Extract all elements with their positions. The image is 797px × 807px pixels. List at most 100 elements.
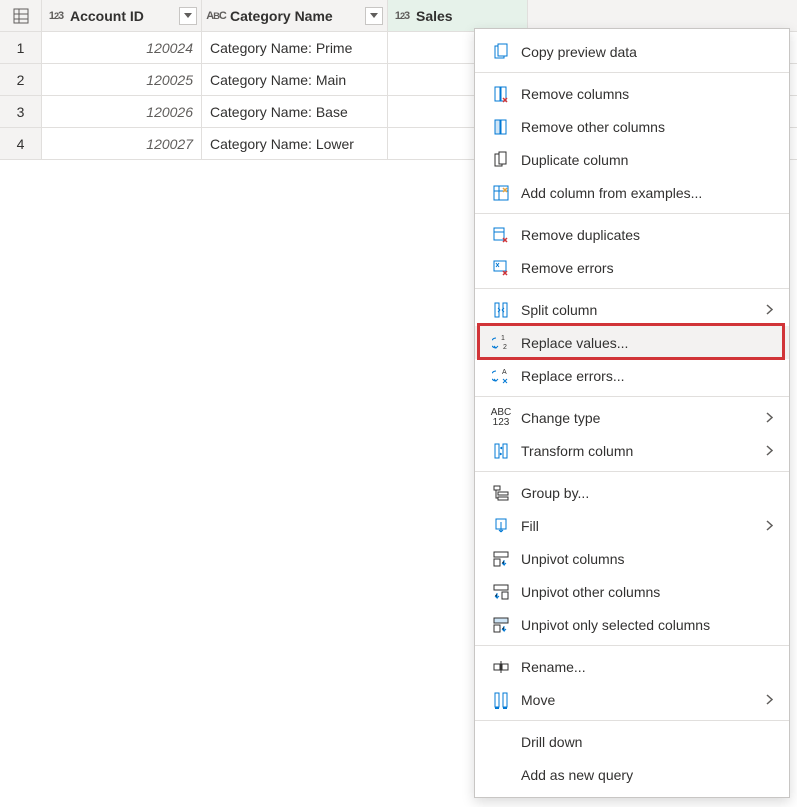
menu-label: Add as new query (515, 767, 777, 783)
table-icon (13, 8, 29, 24)
menu-remove-errors[interactable]: Remove errors (475, 251, 789, 284)
menu-label: Remove other columns (515, 119, 777, 135)
rename-icon (487, 658, 515, 676)
copy-icon (487, 43, 515, 61)
menu-label: Replace values... (515, 335, 777, 351)
cell-account[interactable]: 120027 (42, 128, 202, 159)
column-header-account[interactable]: 123 Account ID (42, 0, 202, 31)
menu-label: Duplicate column (515, 152, 777, 168)
filter-dropdown-button[interactable] (179, 7, 197, 25)
chevron-right-icon (761, 412, 777, 423)
menu-label: Remove columns (515, 86, 777, 102)
menu-separator (475, 471, 789, 472)
column-header-category[interactable]: ABC Category Name (202, 0, 388, 31)
cell-category[interactable]: Category Name: Base (202, 96, 388, 127)
menu-label: Fill (515, 518, 761, 534)
menu-replace-values[interactable]: 12 Replace values... (475, 326, 789, 359)
menu-unpivot-columns[interactable]: Unpivot columns (475, 542, 789, 575)
column-context-menu: Copy preview data Remove columns Remove … (474, 28, 790, 798)
menu-duplicate-column[interactable]: Duplicate column (475, 143, 789, 176)
menu-label: Unpivot only selected columns (515, 617, 777, 633)
chevron-right-icon (761, 304, 777, 315)
menu-remove-duplicates[interactable]: Remove duplicates (475, 218, 789, 251)
menu-label: Remove duplicates (515, 227, 777, 243)
remove-errors-icon (487, 259, 515, 277)
menu-label: Transform column (515, 443, 761, 459)
remove-duplicates-icon (487, 226, 515, 244)
number-type-icon: 123 (392, 10, 412, 22)
column-label: Category Name (226, 8, 361, 24)
menu-split-column[interactable]: Split column (475, 293, 789, 326)
row-number[interactable]: 4 (0, 128, 42, 159)
menu-label: Remove errors (515, 260, 777, 276)
menu-separator (475, 396, 789, 397)
menu-change-type[interactable]: ABC 123 Change type (475, 401, 789, 434)
add-column-examples-icon (487, 184, 515, 202)
unpivot-other-icon (487, 583, 515, 601)
menu-separator (475, 720, 789, 721)
column-header-sales[interactable]: 123 Sales (388, 0, 528, 31)
menu-drill-down[interactable]: Drill down (475, 725, 789, 758)
row-number[interactable]: 1 (0, 32, 42, 63)
menu-label: Group by... (515, 485, 777, 501)
replace-values-icon: 12 (487, 334, 515, 352)
svg-text:2: 2 (503, 344, 507, 351)
replace-errors-icon: A (487, 367, 515, 385)
split-column-icon (487, 301, 515, 319)
menu-unpivot-selected-columns[interactable]: Unpivot only selected columns (475, 608, 789, 641)
text-type-icon: ABC (206, 10, 226, 22)
menu-copy-preview[interactable]: Copy preview data (475, 35, 789, 68)
column-label: Account ID (66, 8, 175, 24)
group-by-icon (487, 484, 515, 502)
menu-add-column-examples[interactable]: Add column from examples... (475, 176, 789, 209)
fill-icon (487, 517, 515, 535)
row-number[interactable]: 2 (0, 64, 42, 95)
menu-separator (475, 72, 789, 73)
menu-label: Split column (515, 302, 761, 318)
menu-transform-column[interactable]: Transform column (475, 434, 789, 467)
cell-account[interactable]: 120025 (42, 64, 202, 95)
chevron-right-icon (761, 445, 777, 456)
chevron-right-icon (761, 694, 777, 705)
cell-account[interactable]: 120026 (42, 96, 202, 127)
cell-category[interactable]: Category Name: Prime (202, 32, 388, 63)
move-icon (487, 691, 515, 709)
number-type-icon: 123 (46, 10, 66, 22)
change-type-icon: ABC 123 (487, 408, 515, 428)
menu-separator (475, 288, 789, 289)
remove-other-columns-icon (487, 118, 515, 136)
cell-category[interactable]: Category Name: Main (202, 64, 388, 95)
menu-group-by[interactable]: Group by... (475, 476, 789, 509)
menu-label: Replace errors... (515, 368, 777, 384)
row-number[interactable]: 3 (0, 96, 42, 127)
cell-account[interactable]: 120024 (42, 32, 202, 63)
menu-label: Add column from examples... (515, 185, 777, 201)
menu-separator (475, 645, 789, 646)
transform-column-icon (487, 442, 515, 460)
menu-label: Rename... (515, 659, 777, 675)
filter-dropdown-button[interactable] (365, 7, 383, 25)
menu-label: Unpivot other columns (515, 584, 777, 600)
menu-replace-errors[interactable]: A Replace errors... (475, 359, 789, 392)
menu-separator (475, 213, 789, 214)
chevron-right-icon (761, 520, 777, 531)
menu-remove-other-columns[interactable]: Remove other columns (475, 110, 789, 143)
menu-move[interactable]: Move (475, 683, 789, 716)
column-label: Sales (412, 8, 523, 24)
menu-label: Unpivot columns (515, 551, 777, 567)
menu-remove-columns[interactable]: Remove columns (475, 77, 789, 110)
unpivot-icon (487, 550, 515, 568)
menu-rename[interactable]: Rename... (475, 650, 789, 683)
grid-corner-cell[interactable] (0, 0, 42, 31)
remove-column-icon (487, 85, 515, 103)
cell-category[interactable]: Category Name: Lower (202, 128, 388, 159)
menu-unpivot-other-columns[interactable]: Unpivot other columns (475, 575, 789, 608)
menu-label: Copy preview data (515, 44, 777, 60)
menu-add-new-query[interactable]: Add as new query (475, 758, 789, 791)
menu-fill[interactable]: Fill (475, 509, 789, 542)
menu-label: Move (515, 692, 761, 708)
svg-text:1: 1 (501, 335, 505, 342)
menu-label: Drill down (515, 734, 777, 750)
svg-text:A: A (502, 369, 507, 376)
unpivot-selected-icon (487, 616, 515, 634)
